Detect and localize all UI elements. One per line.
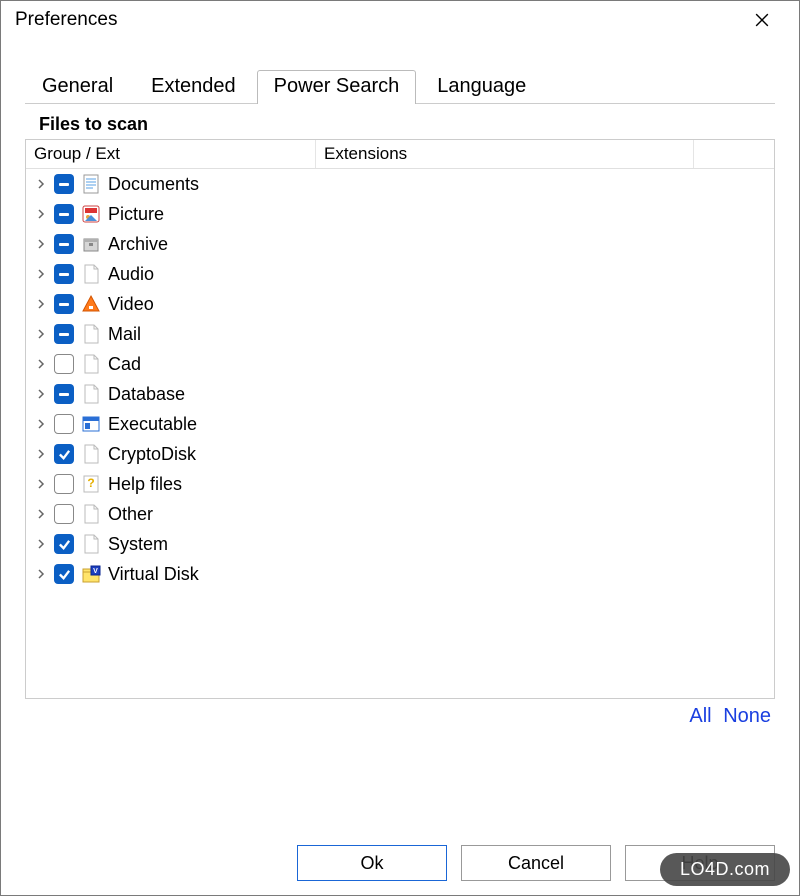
tree-row[interactable]: Archive xyxy=(26,229,774,259)
tree-row[interactable]: System xyxy=(26,529,774,559)
tree-row-label: Virtual Disk xyxy=(108,564,199,585)
tree-row-label: Archive xyxy=(108,234,168,255)
tab-extended[interactable]: Extended xyxy=(134,70,253,104)
svg-text:?: ? xyxy=(87,476,94,490)
tree-row[interactable]: Cad xyxy=(26,349,774,379)
tab-power-search[interactable]: Power Search xyxy=(257,70,417,104)
tree-row-label: Database xyxy=(108,384,185,405)
tree-row[interactable]: Mail xyxy=(26,319,774,349)
power-search-panel: Files to scan Group / Ext Extensions Doc… xyxy=(25,114,775,728)
checkbox[interactable] xyxy=(54,204,74,224)
tree-row[interactable]: Video xyxy=(26,289,774,319)
chevron-right-icon[interactable] xyxy=(34,477,48,491)
tree-row[interactable]: Database xyxy=(26,379,774,409)
tree-row[interactable]: Documents xyxy=(26,169,774,199)
tree-row[interactable]: V Virtual Disk xyxy=(26,559,774,589)
tree-headers: Group / Ext Extensions xyxy=(26,140,774,169)
file-icon xyxy=(80,383,102,405)
exe-icon xyxy=(80,413,102,435)
checkbox[interactable] xyxy=(54,474,74,494)
checkbox[interactable] xyxy=(54,534,74,554)
tree-row-label: Mail xyxy=(108,324,141,345)
chevron-right-icon[interactable] xyxy=(34,567,48,581)
svg-text:V: V xyxy=(93,568,98,575)
tab-language[interactable]: Language xyxy=(420,70,543,104)
watermark: LO4D.com xyxy=(660,853,790,886)
tree-header-group[interactable]: Group / Ext xyxy=(26,140,316,168)
checkbox[interactable] xyxy=(54,384,74,404)
tree-row-label: Executable xyxy=(108,414,197,435)
help-icon: ? xyxy=(80,473,102,495)
titlebar: Preferences xyxy=(1,1,799,39)
chevron-right-icon[interactable] xyxy=(34,417,48,431)
tree-header-tail xyxy=(694,140,774,168)
tree-row-label: Cad xyxy=(108,354,141,375)
tab-general[interactable]: General xyxy=(25,70,130,104)
checkbox[interactable] xyxy=(54,324,74,344)
archive-icon xyxy=(80,233,102,255)
file-icon xyxy=(80,353,102,375)
checkbox[interactable] xyxy=(54,564,74,584)
files-to-scan-tree: Group / Ext Extensions Documents Picture A… xyxy=(25,139,775,699)
chevron-right-icon[interactable] xyxy=(34,177,48,191)
vdisk-icon: V xyxy=(80,563,102,585)
doc-icon xyxy=(80,173,102,195)
checkbox[interactable] xyxy=(54,504,74,524)
close-icon xyxy=(755,13,769,27)
chevron-right-icon[interactable] xyxy=(34,447,48,461)
preferences-dialog: Preferences General Extended Power Searc… xyxy=(0,0,800,896)
tree-header-extensions[interactable]: Extensions xyxy=(316,140,694,168)
checkbox[interactable] xyxy=(54,444,74,464)
file-icon xyxy=(80,533,102,555)
tree-row[interactable]: CryptoDisk xyxy=(26,439,774,469)
picture-icon xyxy=(80,203,102,225)
chevron-right-icon[interactable] xyxy=(34,327,48,341)
chevron-right-icon[interactable] xyxy=(34,297,48,311)
chevron-right-icon[interactable] xyxy=(34,357,48,371)
file-icon xyxy=(80,503,102,525)
chevron-right-icon[interactable] xyxy=(34,537,48,551)
file-icon xyxy=(80,443,102,465)
tree-row-label: CryptoDisk xyxy=(108,444,196,465)
ok-button[interactable]: Ok xyxy=(297,845,447,881)
chevron-right-icon[interactable] xyxy=(34,387,48,401)
checkbox[interactable] xyxy=(54,414,74,434)
checkbox[interactable] xyxy=(54,294,74,314)
section-title: Files to scan xyxy=(39,114,775,135)
tree-row-label: Picture xyxy=(108,204,164,225)
chevron-right-icon[interactable] xyxy=(34,507,48,521)
cancel-button[interactable]: Cancel xyxy=(461,845,611,881)
checkbox[interactable] xyxy=(54,234,74,254)
tree-row[interactable]: Picture xyxy=(26,199,774,229)
tree-row-label: Video xyxy=(108,294,154,315)
tree-row[interactable]: ? Help files xyxy=(26,469,774,499)
tree-row[interactable]: Other xyxy=(26,499,774,529)
select-none-link[interactable]: None xyxy=(723,705,771,727)
tree-row[interactable]: Audio xyxy=(26,259,774,289)
tree-row-label: Audio xyxy=(108,264,154,285)
tree-row-label: Other xyxy=(108,504,153,525)
checkbox[interactable] xyxy=(54,174,74,194)
tree-body: Documents Picture Archive Audio Video Mail Cad… xyxy=(26,169,774,698)
video-icon xyxy=(80,293,102,315)
file-icon xyxy=(80,323,102,345)
select-links: All None xyxy=(25,705,771,728)
window-title: Preferences xyxy=(15,9,117,31)
tree-row-label: Documents xyxy=(108,174,199,195)
chevron-right-icon[interactable] xyxy=(34,267,48,281)
checkbox[interactable] xyxy=(54,354,74,374)
close-button[interactable] xyxy=(739,5,785,35)
chevron-right-icon[interactable] xyxy=(34,207,48,221)
file-icon xyxy=(80,263,102,285)
tabstrip: General Extended Power Search Language xyxy=(25,69,775,104)
chevron-right-icon[interactable] xyxy=(34,237,48,251)
tree-row-label: System xyxy=(108,534,168,555)
select-all-link[interactable]: All xyxy=(689,705,711,727)
tree-row-label: Help files xyxy=(108,474,182,495)
checkbox[interactable] xyxy=(54,264,74,284)
tree-row[interactable]: Executable xyxy=(26,409,774,439)
